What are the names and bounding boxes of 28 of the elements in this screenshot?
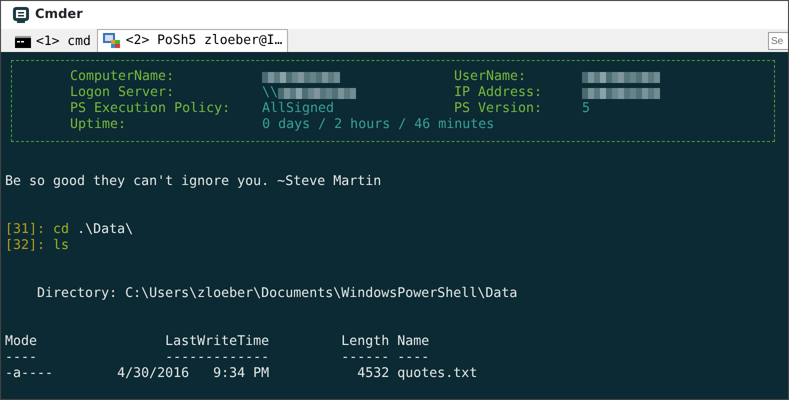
tab[interactable]: <2> PoSh5 zloeber@I… [96, 29, 288, 52]
info-label: UserName: [454, 69, 528, 85]
window-title: Cmder [35, 6, 83, 24]
prompt-label: [32]: [5, 238, 46, 253]
command-text: cd [53, 222, 70, 237]
command-args: .\Data\ [76, 222, 134, 237]
console-output: Directory: C:\Users\zloeber\Documents\WindowsPowerShell\Data [36, 286, 518, 301]
info-label: ComputerName: [70, 69, 176, 85]
info-value: 5 [582, 101, 590, 117]
info-label: Logon Server: [70, 85, 176, 101]
info-label: IP Address: [454, 85, 544, 101]
window-icon [102, 33, 121, 49]
console-output: Mode LastWriteTime Length Name [5, 334, 430, 349]
search-field[interactable]: Se [768, 32, 788, 50]
info-value: 0 days / 2 hours / 46 minutes [262, 117, 494, 133]
console-icon [15, 36, 31, 48]
info-label: PS Version: [454, 101, 544, 117]
app-logo-icon [13, 7, 29, 23]
info-value: \\ [262, 85, 278, 101]
console-output: ---- ------------- ------ ---- [5, 350, 430, 365]
info-value: AllSigned [262, 101, 334, 117]
console-output: -a---- 4/30/2016 9:34 PM 4532 quotes.txt [5, 366, 478, 381]
tab[interactable]: <1> cmd [9, 31, 97, 52]
prompt-label: [31]: [5, 222, 46, 237]
console-output: Be so good they can't ignore you. ~Steve Martin [5, 174, 382, 189]
info-label: PS Execution Policy: [70, 101, 232, 117]
command-text: ls [53, 238, 70, 253]
info-label: Uptime: [70, 117, 128, 133]
